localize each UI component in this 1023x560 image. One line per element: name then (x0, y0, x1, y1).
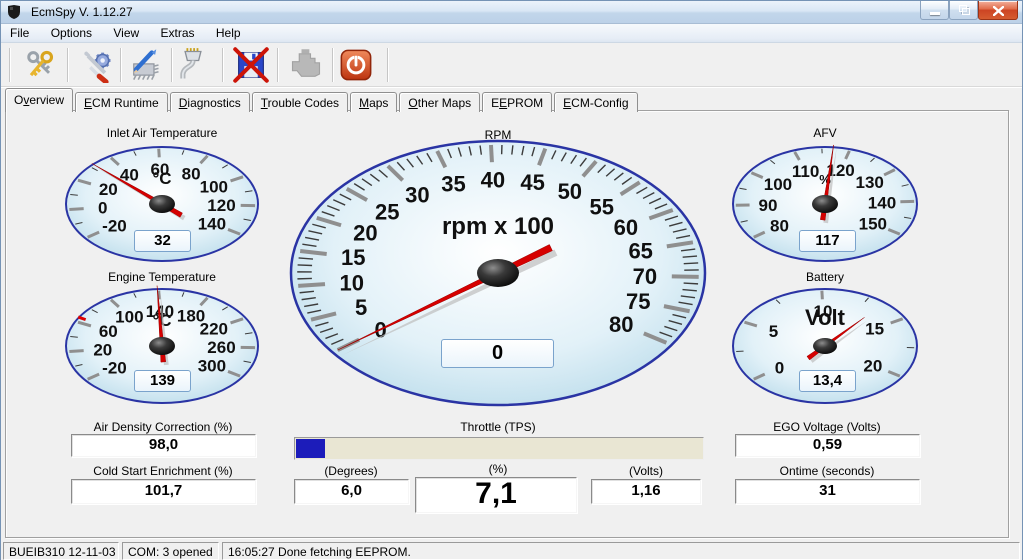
inlet-gauge-title: Inlet Air Temperature (62, 126, 262, 140)
setup-button[interactable] (79, 47, 115, 83)
cancel-save-button[interactable] (233, 47, 269, 83)
engine-icon (288, 47, 324, 83)
rpm-gauge-title: RPM (398, 128, 598, 142)
tab-trouble-codes[interactable]: Trouble Codes (252, 92, 348, 112)
power-off-icon (338, 47, 374, 83)
battery-value-box: 13,4 (799, 370, 856, 392)
throttle-label: Throttle (TPS) (398, 420, 598, 434)
ontime-value: 31 (735, 479, 920, 504)
afv-gauge-title: AFV (725, 126, 925, 140)
keys-icon (22, 47, 58, 83)
close-icon (993, 6, 1004, 16)
inlet-value-box: 32 (134, 230, 191, 252)
statusbar: BUEIB310 12-11-03 COM: 3 opened 16:05:27… (1, 540, 1022, 560)
menu-extras[interactable]: Extras (152, 24, 204, 43)
cold-start-value: 101,7 (71, 479, 256, 504)
app-logo-icon (7, 4, 23, 20)
ego-label: EGO Voltage (Volts) (727, 420, 927, 434)
tabstrip: OverviewECM RuntimeDiagnosticsTrouble Co… (5, 88, 640, 111)
status-ecm-id: BUEIB310 12-11-03 (3, 542, 119, 560)
restore-button[interactable] (949, 1, 978, 20)
air-density-value: 98,0 (71, 434, 256, 457)
rpm-value-box: 0 (441, 339, 554, 368)
minimize-icon (930, 12, 940, 15)
throttle-volts-label: (Volts) (586, 464, 706, 478)
menu-options[interactable]: Options (42, 24, 101, 43)
toolbar (1, 43, 1022, 87)
menubar: File Options View Extras Help (1, 24, 1022, 43)
settings-icon (79, 47, 115, 83)
window-title: EcmSpy V. 1.12.27 (31, 5, 133, 19)
throttle-bar (294, 437, 704, 460)
titlebar: EcmSpy V. 1.12.27 (1, 1, 1022, 24)
engine-value-box: 139 (134, 370, 191, 392)
menu-file[interactable]: File (1, 24, 38, 43)
throttle-degrees-value: 6,0 (294, 479, 409, 504)
save-cancel-icon (233, 47, 269, 83)
tab-other-maps[interactable]: Other Maps (399, 92, 480, 112)
ontime-label: Ontime (seconds) (727, 464, 927, 478)
tab-maps[interactable]: Maps (350, 92, 397, 112)
tab-ecm-config[interactable]: ECM-Config (554, 92, 637, 112)
tab-eeprom[interactable]: EEPROM (482, 92, 552, 112)
ego-value: 0,59 (735, 434, 920, 457)
close-button[interactable] (978, 1, 1018, 20)
throttle-percent-label: (%) (438, 462, 558, 476)
afv-value-box: 117 (799, 230, 856, 252)
throttle-volts-value: 1,16 (591, 479, 701, 504)
connector-icon (175, 47, 211, 83)
battery-gauge-title: Battery (725, 270, 925, 284)
app-window: EcmSpy V. 1.12.27 File Options View Extr… (0, 0, 1023, 560)
menu-view[interactable]: View (104, 24, 148, 43)
minimize-button[interactable] (920, 1, 949, 20)
status-com-port: COM: 3 opened (122, 542, 219, 560)
cold-start-label: Cold Start Enrichment (%) (63, 464, 263, 478)
throttle-bar-fill (296, 439, 325, 458)
status-message: 16:05:27 Done fetching EEPROM. (222, 542, 1020, 560)
air-density-label: Air Density Correction (%) (63, 420, 263, 434)
exit-button[interactable] (338, 47, 374, 83)
engine-gauge-title: Engine Temperature (62, 270, 262, 284)
menu-help[interactable]: Help (207, 24, 250, 43)
engine-button[interactable] (288, 47, 324, 83)
chip-edit-icon (127, 47, 163, 83)
tab-overview[interactable]: Overview (5, 88, 73, 112)
edit-maps-button[interactable] (127, 47, 163, 83)
tab-ecm-runtime[interactable]: ECM Runtime (75, 92, 168, 112)
throttle-percent-value: 7,1 (415, 477, 577, 513)
throttle-degrees-label: (Degrees) (291, 464, 411, 478)
tab-diagnostics[interactable]: Diagnostics (170, 92, 250, 112)
connect-button[interactable] (175, 47, 211, 83)
login-button[interactable] (22, 47, 58, 83)
